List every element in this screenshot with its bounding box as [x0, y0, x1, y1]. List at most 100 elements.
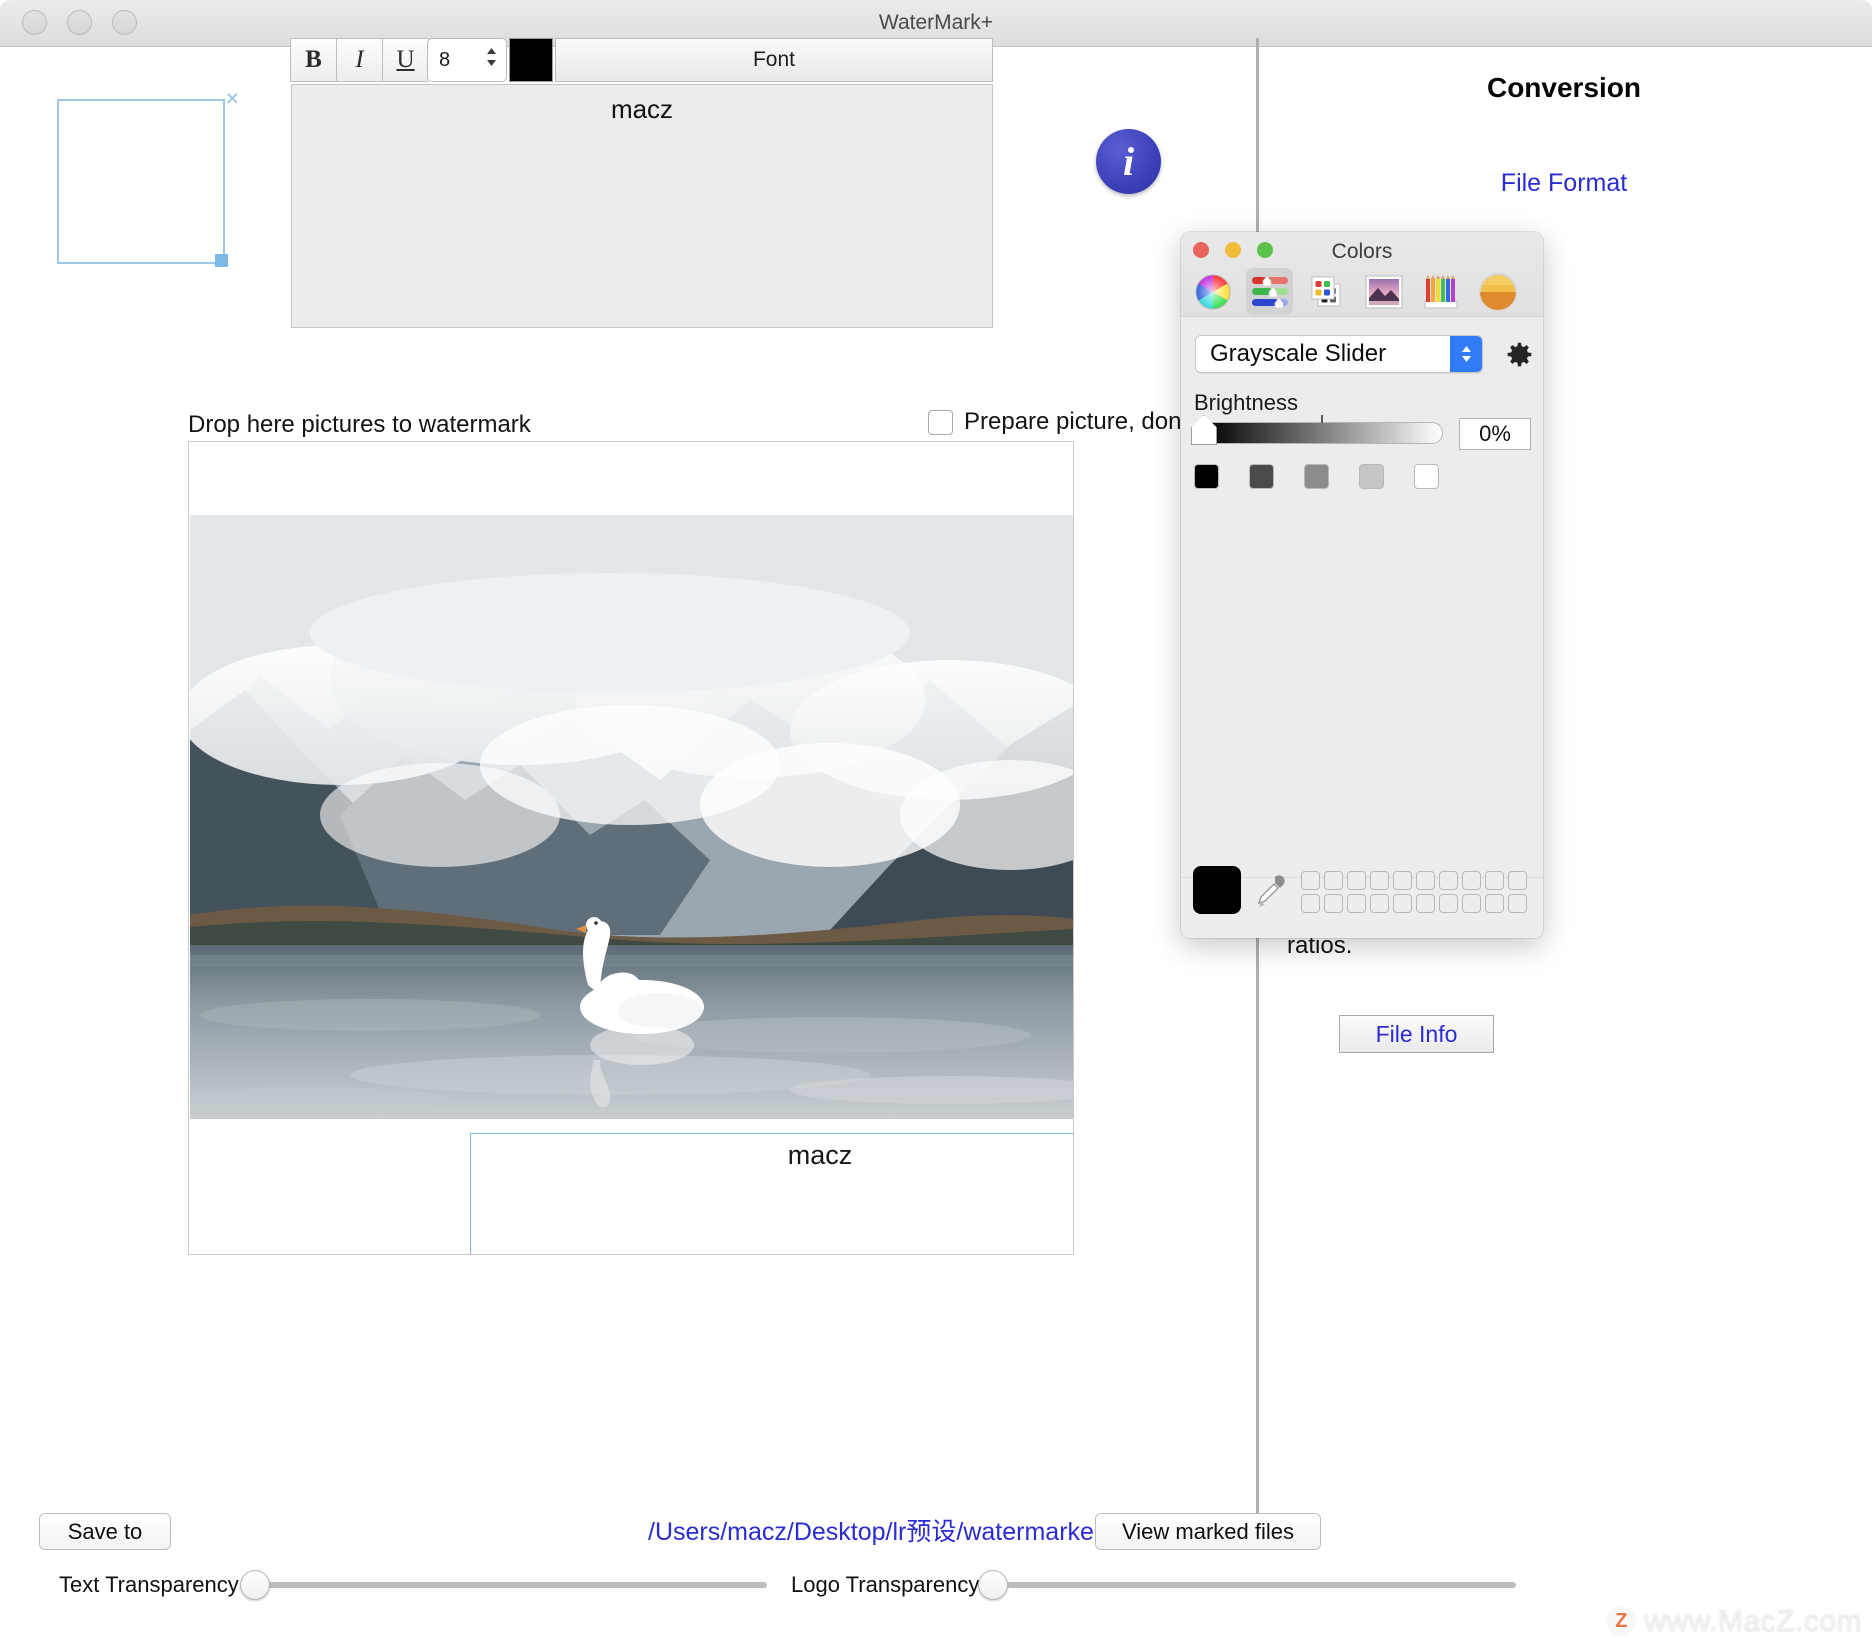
save-to-button[interactable]: Save to: [39, 1513, 171, 1550]
prepare-picture-checkbox[interactable]: [928, 409, 953, 435]
swatch-cell[interactable]: [1370, 871, 1389, 890]
macz-badge-icon: Z: [1606, 1606, 1637, 1636]
gray-swatch-2[interactable]: [1304, 464, 1329, 489]
color-palettes-icon: [1311, 276, 1340, 306]
tab-pencils[interactable]: [1417, 268, 1464, 315]
font-size-stepper[interactable]: 8: [427, 38, 507, 82]
brightness-midpoint-tick: [1321, 415, 1323, 423]
swatch-cell[interactable]: [1416, 871, 1435, 890]
chevron-updown-icon[interactable]: [485, 46, 498, 68]
swatch-cell[interactable]: [1462, 871, 1481, 890]
swatch-cell[interactable]: [1301, 894, 1320, 913]
output-path-link[interactable]: /Users/macz/Desktop/lr预设/watermarked: [648, 1512, 1108, 1548]
page-title: Conversion: [1486, 72, 1642, 103]
swatch-row: [1301, 871, 1527, 890]
gray-swatch-4[interactable]: [1414, 464, 1439, 489]
gray-swatch-3[interactable]: [1359, 464, 1384, 489]
chevron-updown-glyph: [487, 48, 496, 66]
text-transparency-knob[interactable]: [240, 1570, 270, 1600]
color-wheel-icon: [1195, 274, 1230, 309]
color-mode-popup[interactable]: Grayscale Slider: [1195, 335, 1483, 373]
text-transparency-label: Text Transparency: [59, 1572, 239, 1597]
gray-preset-swatches: [1194, 464, 1439, 489]
color-mode-value: Grayscale Slider: [1210, 340, 1387, 367]
close-icon[interactable]: ×: [226, 87, 239, 110]
watermark-selection-rect[interactable]: macz: [470, 1133, 1073, 1254]
gear-icon[interactable]: [1506, 341, 1533, 373]
watermark-text-input[interactable]: macz: [291, 84, 993, 328]
picture-preview-pane[interactable]: macz: [188, 441, 1074, 1255]
tab-color-sliders[interactable]: [1246, 268, 1293, 315]
chevron-updown-icon[interactable]: [1450, 336, 1482, 372]
swatch-cell[interactable]: [1439, 871, 1458, 890]
eyedropper-glyph: [1257, 875, 1285, 907]
colors-panel-footer: [1181, 866, 1543, 938]
swatch-cell[interactable]: [1508, 894, 1527, 913]
text-transparency-track[interactable]: [250, 1582, 767, 1588]
color-swatch-grid: [1301, 871, 1527, 913]
colors-tab-bar: [1189, 268, 1521, 315]
italic-button[interactable]: I: [336, 38, 382, 82]
file-format-link[interactable]: File Format: [1256, 169, 1872, 198]
eyedropper-icon[interactable]: [1253, 874, 1287, 910]
tab-image-palettes[interactable]: [1360, 268, 1407, 315]
swatch-cell[interactable]: [1347, 871, 1366, 890]
logo-transparency-label: Logo Transparency: [791, 1572, 980, 1597]
logo-transparency-track[interactable]: [989, 1582, 1516, 1588]
image-palettes-icon: [1365, 275, 1402, 308]
swatch-cell[interactable]: [1485, 871, 1504, 890]
gear-glyph: [1507, 342, 1532, 367]
colors-panel-body: Grayscale Slider Brightness 0%: [1181, 316, 1543, 877]
swatch-cell[interactable]: [1301, 871, 1320, 890]
swatch-cell[interactable]: [1462, 894, 1481, 913]
brightness-label: Brightness: [1194, 390, 1298, 415]
colors-panel[interactable]: Colors Grayscale Slider Brightness 0%: [1181, 232, 1543, 938]
underline-button[interactable]: U: [382, 38, 428, 82]
gray-swatch-0[interactable]: [1194, 464, 1219, 489]
font-button[interactable]: Font: [555, 38, 993, 82]
gray-swatch-1[interactable]: [1249, 464, 1274, 489]
preview-photo: [190, 515, 1073, 1119]
swatch-cell[interactable]: [1324, 871, 1343, 890]
logo-transparency-knob[interactable]: [978, 1570, 1008, 1600]
pencils-icon: [1424, 274, 1457, 308]
color-preview-icon: [1478, 272, 1517, 311]
swatch-cell[interactable]: [1439, 894, 1458, 913]
swatch-cell[interactable]: [1393, 894, 1412, 913]
swatch-cell[interactable]: [1393, 871, 1412, 890]
tab-color-palettes[interactable]: [1303, 268, 1350, 315]
file-info-button[interactable]: File Info: [1339, 1015, 1494, 1053]
prepare-picture-label: Prepare picture, don't: [964, 408, 1193, 435]
colors-panel-title: Colors: [1331, 240, 1393, 263]
lake-mountain-photo: [190, 515, 1073, 1119]
swatch-cell[interactable]: [1324, 894, 1343, 913]
view-marked-files-button[interactable]: View marked files: [1095, 1513, 1321, 1550]
selected-color-swatch[interactable]: [1193, 866, 1241, 914]
watermark-overlay-text: macz: [787, 1140, 853, 1170]
logo-drop-box[interactable]: ×: [57, 87, 239, 267]
info-button[interactable]: i: [1096, 129, 1161, 194]
transparency-sliders: Text Transparency Logo Transparency: [0, 1570, 1872, 1620]
text-color-swatch-button[interactable]: [509, 38, 553, 82]
bold-button[interactable]: B: [290, 38, 336, 82]
macz-watermark: Z www.MacZ.com: [1606, 1604, 1862, 1638]
drop-area-label: Drop here pictures to watermark: [188, 411, 531, 438]
swatch-cell[interactable]: [1485, 894, 1504, 913]
brightness-gradient-track[interactable]: [1194, 422, 1443, 444]
watermark-plus-window: WaterMark+ B I U 8 Font macz × i Drop he…: [0, 0, 1872, 1644]
tab-color-preview[interactable]: [1474, 268, 1521, 315]
swatch-cell[interactable]: [1416, 894, 1435, 913]
chevron-updown-glyph: [1461, 346, 1471, 362]
prepare-picture-checkbox-row[interactable]: Prepare picture, don't: [928, 408, 1193, 436]
brightness-slider-knob[interactable]: [1191, 415, 1217, 445]
resize-handle[interactable]: [215, 254, 228, 267]
swatch-cell[interactable]: [1508, 871, 1527, 890]
brightness-value-field[interactable]: 0%: [1459, 418, 1531, 450]
macz-watermark-text: www.MacZ.com: [1644, 1604, 1862, 1637]
swatch-cell[interactable]: [1347, 894, 1366, 913]
swatch-row: [1301, 894, 1527, 913]
tab-color-wheel[interactable]: [1189, 268, 1236, 315]
font-size-value: 8: [439, 48, 451, 71]
swatch-cell[interactable]: [1370, 894, 1389, 913]
color-sliders-icon: [1251, 274, 1288, 308]
